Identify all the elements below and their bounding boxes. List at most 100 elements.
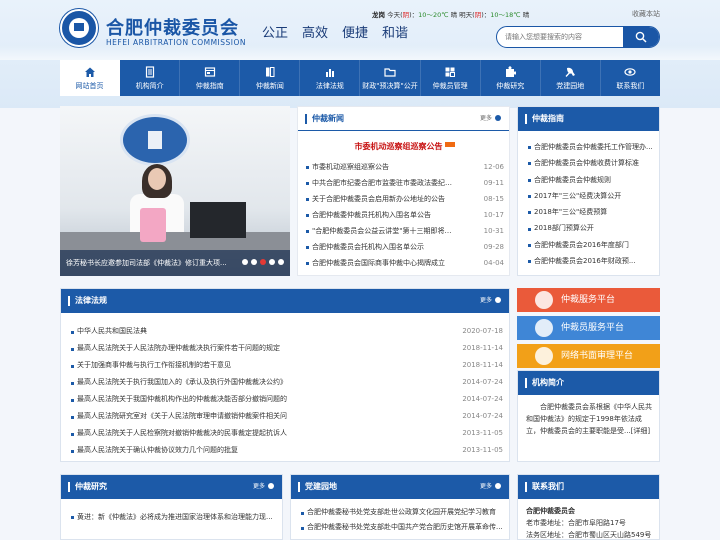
contact-title: 联系我们 <box>532 482 564 491</box>
list-item-title: 合肥仲裁委秘书处党支部赴世公政算文化园开展党纪学习教育 <box>307 508 496 516</box>
list-item[interactable]: 中共合肥市纪委合肥市监委驻市委政法委纪检监察组... 09-11 <box>304 175 504 191</box>
list-item-title: 最高人民法院关于我国仲裁机构作出的仲裁裁决能否部分撤销问题的 <box>77 395 287 403</box>
nav-arbitrators[interactable]: 仲裁员管理 <box>421 60 481 96</box>
slider-dot[interactable] <box>269 259 275 265</box>
list-item-date: 12-06 <box>483 163 504 171</box>
list-item-title: 2017年"三公"经费决算公开 <box>534 191 622 200</box>
site-title: 合肥仲裁委员会 <box>106 18 239 39</box>
list-item-date: 2014-07-24 <box>462 412 503 420</box>
intro-title: 机构简介 <box>532 378 564 387</box>
list-item[interactable]: 合肥仲裁委员会2016年度部门 <box>526 237 654 253</box>
list-item[interactable]: 最高人民法院关于我国仲裁机构作出的仲裁裁决能否部分撤销问题的 2014-07-24 <box>69 391 503 408</box>
weather-label: )： <box>481 11 491 19</box>
search-input[interactable] <box>497 27 623 47</box>
arbitration-service-button[interactable]: 仲裁服务平台 <box>517 288 660 312</box>
list-item-title: 最高人民法院关于确认仲裁协议效力几个问题的批复 <box>77 446 238 454</box>
search-button[interactable] <box>623 27 659 47</box>
arbitrator-service-button[interactable]: 仲裁员服务平台 <box>517 316 660 340</box>
list-item[interactable]: 合肥仲裁委仲裁员托机构入围名单公告 10-17 <box>304 207 504 223</box>
list-item[interactable]: 最高人民法院关于人民法院办理仲裁裁决执行案件若干问题的规定 2018-11-14 <box>69 340 503 357</box>
nav-research[interactable]: 仲裁研究 <box>481 60 541 96</box>
list-item[interactable]: "合肥仲裁委员会公益云讲堂"第十三期即将开讲啦... 10-31 <box>304 223 504 239</box>
list-item[interactable]: 最高人民法院关于执行我国加入的《承认及执行外国仲裁裁决公约》 2014-07-24 <box>69 374 503 391</box>
news-panel: 仲裁新闻 更多 市委机动巡察组巡察公告 市委机动巡察组巡察公告 12-06 中共合肥… <box>297 106 510 276</box>
nav-label: 仲裁指南 <box>195 81 224 90</box>
list-item-date: 2013-11-05 <box>462 446 503 454</box>
list-item[interactable]: 合肥仲裁委员会2016年财政预... <box>526 253 654 269</box>
nav-law[interactable]: 法律法规 <box>300 60 361 96</box>
list-item[interactable]: 2018年"三公"经费预算 <box>526 204 654 220</box>
intro-panel: 机构简介 合肥仲裁委员会系根据《中华人民共和国仲裁法》的规定于1998年依法成立… <box>517 370 660 462</box>
list-item[interactable]: 合肥仲裁委员会国际商事仲裁中心揭牌成立 04-04 <box>304 255 504 271</box>
list-item-title: 合肥仲裁委员会2016年度部门 <box>534 240 629 249</box>
list-item[interactable]: 合肥仲裁委员会仲裁规则 <box>526 172 654 188</box>
list-item-date: 10-17 <box>483 211 504 219</box>
nav-about[interactable]: 机构简介 <box>120 60 181 96</box>
guide-panel: 仲裁指南 合肥仲裁委员会仲裁委托工作管理办... 合肥仲裁委员会仲裁收费计算标准合… <box>517 106 660 276</box>
list-item-title: 合肥仲裁委员会国际商事仲裁中心揭牌成立 <box>312 259 445 267</box>
law-header: 法律法规 更多 <box>61 289 509 313</box>
slogan: 和谐 <box>382 26 409 41</box>
photo-monitor <box>190 202 246 238</box>
slider-dot[interactable] <box>251 259 257 265</box>
list-item[interactable]: 最高人民法院关于确认仲裁协议效力几个问题的批复 2013-11-05 <box>69 442 503 459</box>
list-item-date: 2014-07-24 <box>462 378 503 386</box>
nav-guide[interactable]: 仲裁指南 <box>180 60 241 96</box>
weather-word: 晴 <box>522 11 530 19</box>
list-item-date: 2018-11-14 <box>462 361 503 369</box>
list-item[interactable]: 关于加强商事仲裁与执行工作衔接机制的若干意见 2018-11-14 <box>69 357 503 374</box>
slider-dot[interactable] <box>242 259 248 265</box>
intro-text[interactable]: 合肥仲裁委员会系根据《中华人民共和国仲裁法》的规定于1998年依法成立，仲裁委员… <box>526 401 654 437</box>
list-item[interactable]: 市委机动巡察组巡察公告 12-06 <box>304 159 504 175</box>
online-review-button[interactable]: 网络书面审理平台 <box>517 344 660 368</box>
nav-contact[interactable]: 联系我们 <box>601 60 660 96</box>
image-slider[interactable]: 徐芳秘书长应邀参加司法部《仲裁法》修订重大项... <box>60 106 290 276</box>
favorite-link[interactable]: 收藏本站 <box>632 9 660 19</box>
nav-label: 仲裁研究 <box>496 81 525 90</box>
news-headline[interactable]: 市委机动巡察组巡察公告 <box>298 141 511 152</box>
weather-label: 今天( <box>387 11 403 19</box>
list-item-title: 最高人民法院研究室对《关于人民法院审理申请撤销仲裁案件相关问 <box>77 412 287 420</box>
nav-home[interactable]: 网站首页 <box>60 60 121 96</box>
service-icon <box>535 291 553 309</box>
slider-dot[interactable] <box>278 259 284 265</box>
logo[interactable] <box>60 9 98 47</box>
list-item[interactable]: 合肥仲裁委秘书处党支部赴世公政算文化园开展党纪学习教育 <box>299 505 505 520</box>
list-item-date: 2014-07-24 <box>462 395 503 403</box>
law-more-link[interactable]: 更多 <box>480 289 501 313</box>
list-item[interactable]: 合肥仲裁委秘书处党支部赴中国共产党合肥历史馆开展革命传... <box>299 520 505 535</box>
main-nav: 网站首页 机构简介 仲裁指南 仲裁新闻 法律法规 财政"预决算"公开 仲裁员管理… <box>60 60 660 96</box>
search-box <box>496 26 660 48</box>
list-item[interactable]: 合肥仲裁委员会仲裁收费计算标准 <box>526 155 654 171</box>
party-more-link[interactable]: 更多 <box>480 475 501 499</box>
contact-address: 老市委地址：合肥市阜阳路17号 <box>526 519 626 527</box>
contact-body: 合肥仲裁委员会 老市委地址：合肥市阜阳路17号 法务区地址：合肥市蜀山区天山路5… <box>526 505 654 540</box>
list-item[interactable]: 2017年"三公"经费决算公开 <box>526 188 654 204</box>
law-list: 中华人民共和国民法典 2020-07-18 最高人民法院关于人民法院办理仲裁裁决执行… <box>69 323 503 459</box>
list-item[interactable]: 合肥仲裁委员会托机构入围名单公示 09-28 <box>304 239 504 255</box>
research-list: 黄进：新《仲裁法》必将成为推进国家治理体系和治理能力现... <box>69 509 277 525</box>
list-item-title: 合肥仲裁委员会托机构入围名单公示 <box>312 243 424 251</box>
headline-text: 市委机动巡察组巡察公告 <box>354 142 443 151</box>
list-item-title: 市委机动巡察组巡察公告 <box>312 163 389 171</box>
party-title: 党建园地 <box>305 482 337 491</box>
list-item[interactable]: 合肥仲裁委员会仲裁委托工作管理办... <box>526 139 654 155</box>
list-item[interactable]: 中华人民共和国民法典 2020-07-18 <box>69 323 503 340</box>
nav-budget[interactable]: 财政"预决算"公开 <box>360 60 421 96</box>
nav-label: 机构简介 <box>135 81 164 90</box>
list-item-title: 最高人民法院关于人民法院办理仲裁裁决执行案件若干问题的规定 <box>77 344 280 352</box>
research-more-link[interactable]: 更多 <box>253 475 274 499</box>
news-more-link[interactable]: 更多 <box>480 107 501 131</box>
list-item[interactable]: 最高人民法院研究室对《关于人民法院审理申请撤销仲裁案件相关问 2014-07-24 <box>69 408 503 425</box>
nav-label: 财政"预决算"公开 <box>362 81 418 90</box>
photo-phone <box>140 208 166 242</box>
list-item[interactable]: 最高人民法院关于人民检察院对撤销仲裁裁决的民事裁定提起抗诉人 2013-11-05 <box>69 425 503 442</box>
nav-news[interactable]: 仲裁新闻 <box>240 60 301 96</box>
list-item[interactable]: 2018部门预算公开 <box>526 220 654 236</box>
chart-icon <box>325 68 334 77</box>
slogans: 公正 高效 便捷 和谐 <box>262 22 422 41</box>
list-item[interactable]: 黄进：新《仲裁法》必将成为推进国家治理体系和治理能力现... <box>69 509 277 525</box>
slider-dot-active[interactable] <box>260 259 266 265</box>
list-item[interactable]: 关于合肥仲裁委员会启用新办公地址的公告 08-15 <box>304 191 504 207</box>
nav-party[interactable]: 党建园地 <box>541 60 601 96</box>
